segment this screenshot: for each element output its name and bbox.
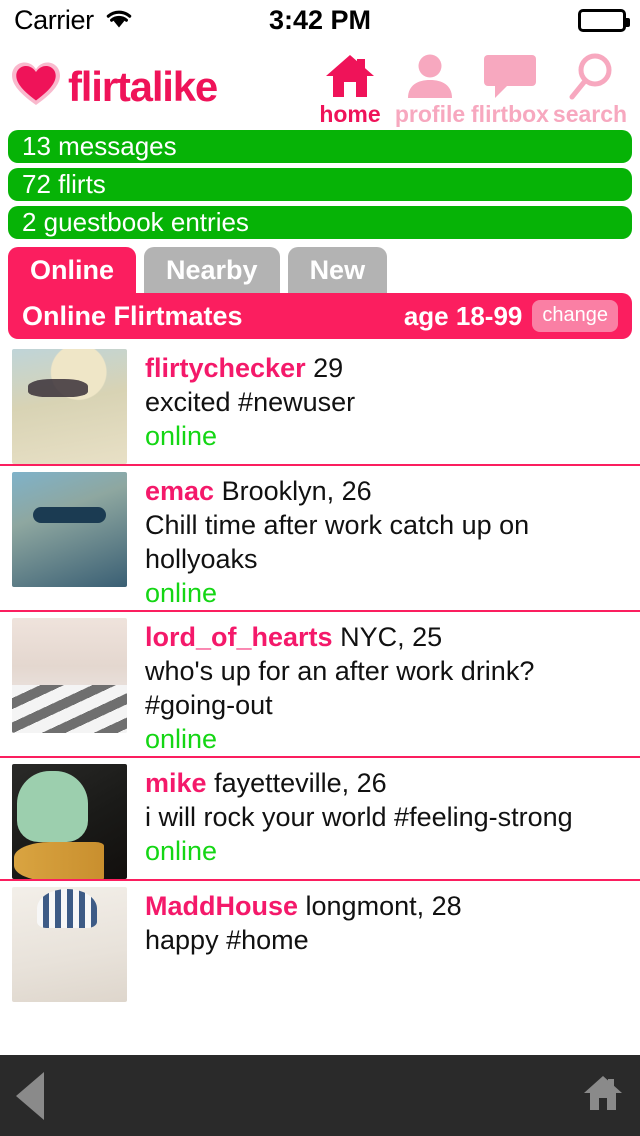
- user-details: Brooklyn, 26: [221, 476, 372, 506]
- tab-new[interactable]: New: [287, 247, 388, 293]
- notifications-list: 13 messages 72 flirts 2 guestbook entrie…: [0, 130, 640, 239]
- avatar[interactable]: [12, 887, 127, 1002]
- list-item[interactable]: emac Brooklyn, 26 Chill time after work …: [0, 464, 640, 610]
- status-bar: Carrier 3:42 PM: [0, 0, 640, 40]
- bottom-toolbar: [0, 1055, 640, 1136]
- filter-section: Online Nearby New Online Flirtmates age …: [0, 247, 640, 339]
- user-details: 29: [313, 353, 344, 383]
- user-blurb: Chill time after work catch up on hollyo…: [145, 510, 530, 574]
- brand-name: flirtalike: [68, 62, 218, 110]
- avatar[interactable]: [12, 764, 127, 879]
- speech-bubble-icon: [481, 48, 539, 100]
- notification-flirts[interactable]: 72 flirts: [8, 168, 632, 201]
- back-triangle-icon[interactable]: [16, 1071, 44, 1120]
- user-details: NYC, 25: [340, 622, 443, 652]
- list-item[interactable]: MaddHouse longmont, 28 happy #home: [0, 879, 640, 1002]
- section-title: Online Flirtmates: [22, 300, 243, 331]
- nav-item-flirtbox[interactable]: flirtbox: [470, 48, 550, 128]
- home-icon[interactable]: [582, 1074, 624, 1117]
- nav-label-flirtbox: flirtbox: [471, 101, 549, 127]
- battery-icon: [578, 8, 630, 32]
- brand-logo[interactable]: flirtalike: [10, 60, 218, 113]
- status-bar-right: [578, 8, 630, 32]
- user-details: longmont, 28: [305, 891, 462, 921]
- avatar[interactable]: [12, 618, 127, 733]
- notification-messages[interactable]: 13 messages: [8, 130, 632, 163]
- list-item-header: MaddHouse longmont, 28: [145, 889, 462, 923]
- list-item-meta: mike fayetteville, 26 i will rock your w…: [127, 764, 573, 879]
- status-badge: online: [145, 578, 218, 608]
- list-item-meta: MaddHouse longmont, 28 happy #home: [127, 887, 462, 1002]
- wifi-icon: [104, 7, 134, 34]
- tab-nearby[interactable]: Nearby: [144, 247, 280, 293]
- app-screen: Carrier 3:42 PM flirtalike home profile …: [0, 0, 640, 1136]
- profile-list: flirtychecker 29 excited #newuser online…: [0, 343, 640, 1002]
- status-badge: online: [145, 421, 218, 451]
- username[interactable]: mike: [145, 768, 207, 798]
- app-header: flirtalike home profile flirtbox search: [0, 40, 640, 128]
- section-header: Online Flirtmates age 18-99 change: [8, 293, 632, 339]
- user-blurb: who's up for an after work drink? #going…: [145, 656, 535, 720]
- home-icon: [323, 48, 377, 100]
- nav-item-home[interactable]: home: [310, 48, 390, 128]
- notification-guestbook[interactable]: 2 guestbook entries: [8, 206, 632, 239]
- status-badge: online: [145, 724, 218, 754]
- username[interactable]: MaddHouse: [145, 891, 298, 921]
- nav-label-home: home: [319, 101, 381, 127]
- carrier-label: Carrier: [14, 4, 94, 35]
- avatar[interactable]: [12, 349, 127, 464]
- username[interactable]: emac: [145, 476, 214, 506]
- tab-online[interactable]: Online: [8, 247, 137, 293]
- age-range-label: age 18-99: [403, 300, 523, 331]
- nav-item-search[interactable]: search: [550, 48, 630, 128]
- list-item[interactable]: lord_of_hearts NYC, 25 who's up for an a…: [0, 610, 640, 756]
- change-age-button[interactable]: change: [532, 300, 618, 332]
- tab-bar: Online Nearby New: [8, 247, 632, 293]
- username[interactable]: lord_of_hearts: [145, 622, 333, 652]
- list-item-header: lord_of_hearts NYC, 25: [145, 620, 625, 654]
- list-item-meta: flirtychecker 29 excited #newuser online: [127, 349, 355, 464]
- list-item-header: flirtychecker 29: [145, 351, 355, 385]
- list-item[interactable]: flirtychecker 29 excited #newuser online: [0, 343, 640, 464]
- person-icon: [403, 48, 457, 100]
- user-details: fayetteville, 26: [214, 768, 387, 798]
- status-badge: online: [145, 836, 218, 866]
- list-item-meta: lord_of_hearts NYC, 25 who's up for an a…: [127, 618, 625, 756]
- nav-label-profile: profile: [394, 101, 466, 127]
- list-item-header: mike fayetteville, 26: [145, 766, 573, 800]
- user-blurb: i will rock your world #feeling-strong: [145, 802, 573, 832]
- username[interactable]: flirtychecker: [145, 353, 306, 383]
- avatar[interactable]: [12, 472, 127, 587]
- heart-icon: [10, 60, 62, 113]
- list-item[interactable]: mike fayetteville, 26 i will rock your w…: [0, 756, 640, 879]
- age-filter: age 18-99 change: [404, 300, 618, 332]
- status-bar-left: Carrier: [14, 5, 134, 36]
- user-blurb: excited #newuser: [145, 387, 356, 417]
- user-blurb: happy #home: [145, 925, 309, 955]
- top-nav: home profile flirtbox search: [310, 48, 630, 128]
- list-item-meta: emac Brooklyn, 26 Chill time after work …: [127, 472, 625, 610]
- magnifier-icon: [563, 48, 617, 100]
- list-item-header: emac Brooklyn, 26: [145, 474, 625, 508]
- nav-label-search: search: [552, 101, 628, 127]
- nav-item-profile[interactable]: profile: [390, 48, 470, 128]
